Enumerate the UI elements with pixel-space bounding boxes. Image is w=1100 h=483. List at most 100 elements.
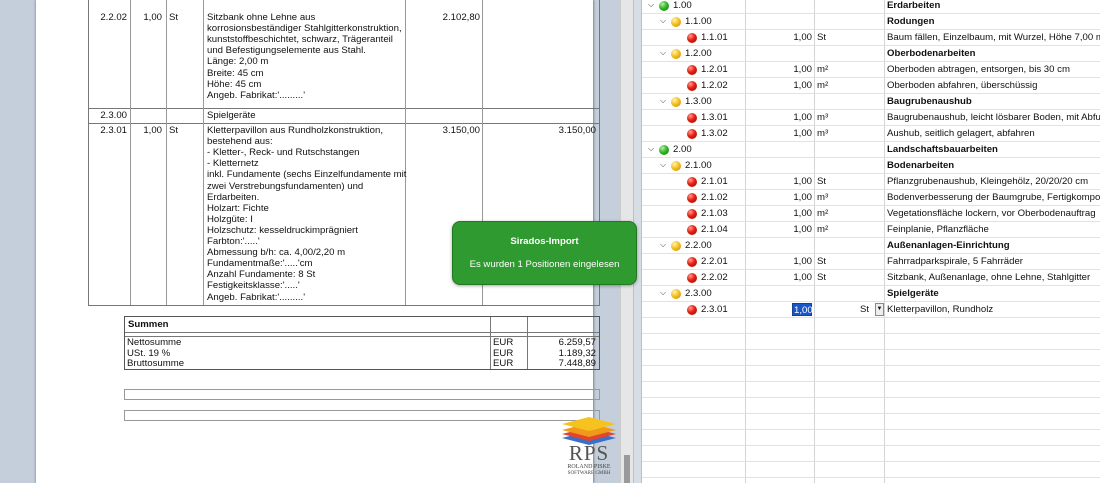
position-description-line: Farbton:'.....'	[207, 236, 260, 248]
unit-dropdown[interactable]: St ▼	[858, 303, 884, 317]
tree-group-title: Baugrubenaushub	[887, 96, 972, 107]
tree-position-number: 2.2.02	[701, 272, 728, 283]
yellow-status-icon	[671, 97, 681, 107]
document-table-tail	[88, 304, 600, 306]
tree-position-number: 1.3.01	[701, 112, 728, 123]
tree-group-title: Bodenarbeiten	[887, 160, 955, 171]
position-description-line: Anzahl Fundamente: 8 St	[207, 269, 316, 281]
yellow-status-icon	[671, 289, 681, 299]
tree-item-row[interactable]: 1.2.02 1,00 m² Oberboden abfahren, überschü…	[642, 78, 1100, 94]
red-status-icon	[687, 209, 697, 219]
tree-position-number: 1.1.00	[685, 16, 712, 27]
tree-unit: m³	[817, 112, 829, 123]
position-description-line: korrosionsbeständiger Stahlgitterkonstru…	[207, 23, 402, 35]
collapse-toggle-icon[interactable]: ⌵	[660, 17, 666, 25]
tree-item-row[interactable]: 2.1.01 1,00 St Pflanzgrubenaushub, Kleingeh…	[642, 174, 1100, 190]
tree-unit: m²	[817, 80, 829, 91]
notification-title: Sirados-Import	[510, 236, 579, 247]
tree-position-number: 2.3.01	[701, 304, 728, 315]
collapse-toggle-icon[interactable]: ⌵	[660, 97, 666, 105]
unit-dropdown-value: St	[860, 304, 870, 315]
position-description-line: Erdarbeiten.	[207, 191, 260, 203]
tree-unit: m³	[817, 128, 829, 139]
tree-item-text: Bodenverbesserung der Baumgrube, Fertigk…	[887, 192, 1100, 203]
position-tree-grid[interactable]: ⌵ 1.00 Erdarbeiten ⌵ 1.1.00 Rodungen 1.1.01 1,0…	[642, 0, 1100, 483]
tree-item-row[interactable]: 2.2.02 1,00 St Sitzbank, Außenanlage, ohne …	[642, 270, 1100, 286]
tree-group-row[interactable]: ⌵ 2.1.00 Bodenarbeiten	[642, 158, 1100, 174]
collapse-toggle-icon[interactable]: ⌵	[660, 289, 666, 297]
tree-item-row[interactable]: 2.2.01 1,00 St Fahrradparkspirale, 5 Fahrrä…	[642, 254, 1100, 270]
import-notification: Sirados-Import Es wurden 1 Positionen ei…	[452, 221, 637, 285]
tree-unit: m³	[817, 192, 829, 203]
collapse-toggle-icon[interactable]: ⌵	[660, 241, 666, 249]
tree-group-title: Landschaftsbauarbeiten	[887, 144, 998, 155]
tree-item-row[interactable]: 1.3.01 1,00 m³ Baugrubenaushub, leicht lösb…	[642, 110, 1100, 126]
tree-item-row[interactable]: 2.1.04 1,00 m² Feinplanie, Pflanzfläche	[642, 222, 1100, 238]
position-number: 2.3.00	[100, 110, 127, 121]
scrollbar-thumb[interactable]	[624, 455, 630, 483]
red-status-icon	[687, 273, 697, 283]
table-column-divider	[130, 123, 131, 305]
position-description-line: Festigkeitsklasse:'.....'	[207, 280, 300, 292]
tree-group-row[interactable]: ⌵ 2.2.00 Außenanlagen-Einrichtung	[642, 238, 1100, 254]
tree-position-number: 1.2.02	[701, 80, 728, 91]
document-position-row: 2.3.00 Spielgeräte	[88, 108, 600, 125]
tree-group-title: Erdarbeiten	[887, 0, 941, 11]
collapse-toggle-icon[interactable]: ⌵	[648, 145, 654, 153]
tree-quantity: 1,00	[793, 272, 812, 283]
unit-price: 3.150,00	[442, 125, 480, 137]
logo-subtitle: ROLAND PISKE	[567, 464, 611, 470]
green-status-icon	[659, 145, 669, 155]
tree-item-text: Baugrubenaushub, leicht lösbarer Boden, …	[887, 112, 1100, 123]
position-description-line: Spielgeräte	[207, 110, 256, 121]
tree-group-title: Spielgeräte	[887, 288, 939, 299]
chevron-down-icon[interactable]: ▼	[875, 303, 884, 316]
tree-quantity: 1,00	[793, 208, 812, 219]
tree-group-row[interactable]: ⌵ 1.2.00 Oberbodenarbeiten	[642, 46, 1100, 62]
tree-group-row[interactable]: ⌵ 2.3.00 Spielgeräte	[642, 286, 1100, 302]
position-description-line: Angeb. Fabrikat:'.........'	[207, 291, 306, 303]
tree-position-number: 2.2.01	[701, 256, 728, 267]
tree-item-row[interactable]: 1.3.02 1,00 m³ Aushub, seitlich gelagert, a…	[642, 126, 1100, 142]
tree-group-title: Oberbodenarbeiten	[887, 48, 976, 59]
tree-unit: St	[817, 32, 827, 43]
tree-item-row[interactable]: 2.1.02 1,00 m³ Bodenverbesserung der Baumgr…	[642, 190, 1100, 206]
collapse-toggle-icon[interactable]: ⌵	[660, 161, 666, 169]
tree-quantity: 1,00	[793, 176, 812, 187]
summary-currency: EUR	[493, 337, 514, 348]
tree-item-row[interactable]: 1.1.01 1,00 St Baum fällen, Einzelbaum, mit…	[642, 30, 1100, 46]
tree-empty-row	[642, 334, 1100, 350]
tree-empty-row	[642, 382, 1100, 398]
position-unit: St	[169, 125, 179, 137]
collapse-toggle-icon[interactable]: ⌵	[648, 1, 654, 9]
red-status-icon	[687, 257, 697, 267]
tree-item-text: Vegetationsfläche lockern, vor Oberboden…	[887, 208, 1096, 219]
tree-group-row[interactable]: ⌵ 1.00 Erdarbeiten	[642, 0, 1100, 14]
tree-item-text: Oberboden abfahren, überschüssig	[887, 80, 1038, 91]
tree-empty-row	[642, 446, 1100, 462]
tree-position-number: 1.3.00	[685, 96, 712, 107]
tree-group-row[interactable]: ⌵ 1.3.00 Baugrubenaushub	[642, 94, 1100, 110]
tree-group-row[interactable]: ⌵ 1.1.00 Rodungen	[642, 14, 1100, 30]
table-column-divider	[203, 123, 204, 305]
document-position-row: 2.2.02 1,00 St Sitzbank ohne Lehne aus korro…	[88, 0, 600, 109]
tree-group-title: Außenanlagen-Einrichtung	[887, 240, 1010, 251]
collapse-toggle-icon[interactable]: ⌵	[660, 49, 666, 57]
tree-item-row[interactable]: 2.1.03 1,00 m² Vegetationsfläche lockern, v…	[642, 206, 1100, 222]
summary-title: Summen	[128, 319, 169, 330]
summary-label: Nettosumme	[127, 337, 182, 348]
tree-item-row[interactable]: 2.3.01 1,00 St ▼ Kletterpavillon, Rundholz	[642, 302, 1100, 318]
position-unit: St	[169, 12, 179, 23]
tree-item-row[interactable]: 1.2.01 1,00 m² Oberboden abtragen, entsorge…	[642, 62, 1100, 78]
tree-group-row[interactable]: ⌵ 2.00 Landschaftsbauarbeiten	[642, 142, 1100, 158]
tree-quantity: 1,00	[793, 256, 812, 267]
tree-item-text: Fahrradparkspirale, 5 Fahrräder	[887, 256, 1023, 267]
red-status-icon	[687, 305, 697, 315]
quantity-edit-field[interactable]: 1,00	[792, 303, 813, 316]
tree-position-number: 2.1.01	[701, 176, 728, 187]
total-price: 3.150,00	[558, 125, 596, 137]
summary-label: Bruttosumme	[127, 358, 185, 369]
position-number: 2.3.01	[100, 125, 127, 137]
tree-quantity: 1,00	[793, 112, 812, 123]
tree-quantity: 1,00	[793, 64, 812, 75]
